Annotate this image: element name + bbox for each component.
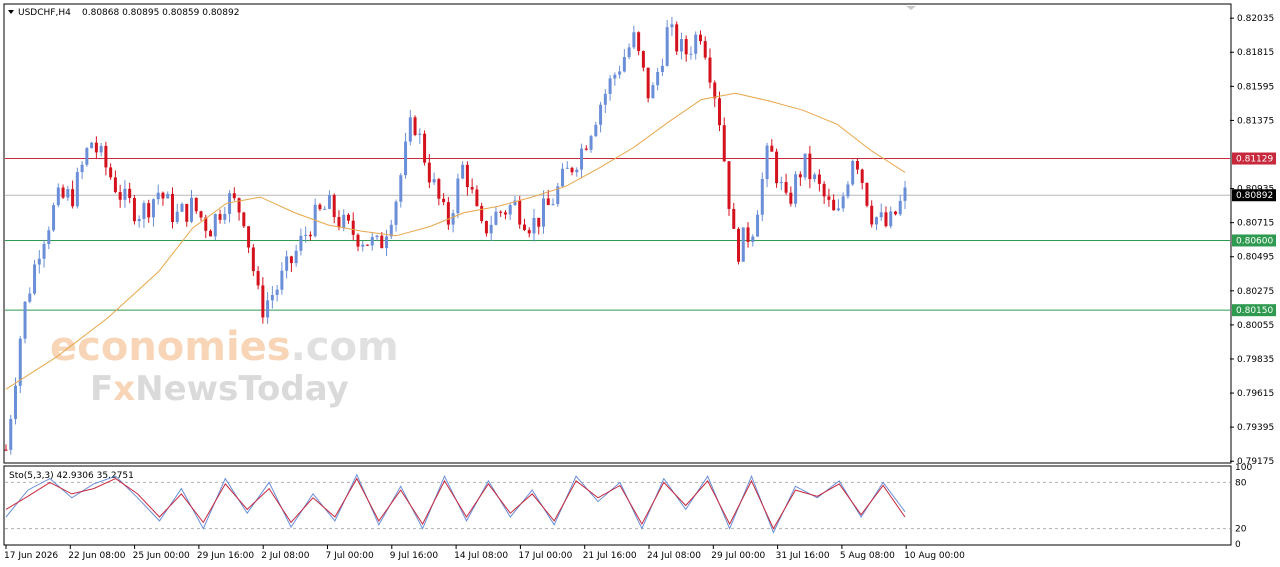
symbol-label: USDCHF,H4	[18, 8, 71, 18]
x-tick-label: 29 Jul 00:00	[711, 551, 765, 561]
ohlc-label: 0.80868 0.80895 0.80859 0.80892	[82, 8, 239, 18]
x-tick-label: 7 Jul 00:00	[326, 551, 375, 561]
y-tick-label: 0.79395	[1237, 423, 1274, 433]
candle-bull	[556, 182, 560, 207]
candle-bull	[741, 227, 745, 262]
x-tick-label: 22 Jun 08:00	[68, 551, 125, 561]
x-tick-label: 17 Jun 2026	[4, 551, 58, 561]
candle-bull	[9, 414, 13, 455]
candle-bear	[423, 130, 427, 166]
watermark: economies.com FxNewsToday	[50, 324, 399, 409]
level-tag-label: 0.80600	[1236, 236, 1273, 246]
stoch-level-label: 80	[1235, 478, 1247, 488]
y-tick-label: 0.80055	[1237, 321, 1274, 331]
stoch-level-label: 100	[1235, 463, 1252, 473]
x-tick-label: 10 Aug 00:00	[904, 551, 965, 561]
candle-bull	[456, 173, 460, 219]
candle-bear	[727, 161, 731, 216]
y-tick-label: 0.79835	[1237, 355, 1274, 365]
y-tick-label: 0.79615	[1237, 389, 1274, 399]
chart-header: USDCHF,H4 0.80868 0.80895 0.80859 0.8089…	[8, 8, 239, 18]
x-tick-label: 5 Aug 08:00	[840, 551, 895, 561]
y-tick-label: 0.80495	[1237, 253, 1274, 263]
candle-bull	[52, 202, 56, 232]
level-tag-label: 0.80892	[1236, 191, 1273, 201]
x-tick-label: 14 Jul 08:00	[454, 551, 508, 561]
x-tick-label: 25 Jun 00:00	[133, 551, 190, 561]
level-tag-label: 0.81129	[1236, 155, 1273, 165]
y-tick-label: 0.82035	[1237, 14, 1274, 24]
candle-bear	[132, 194, 136, 225]
candle-bear	[865, 182, 869, 208]
x-tick-label: 2 Jul 08:00	[261, 551, 310, 561]
candle-bull	[23, 301, 27, 344]
x-tick-label: 17 Jul 00:00	[518, 551, 572, 561]
y-tick-label: 0.80715	[1237, 219, 1274, 229]
level-tag-label: 0.80150	[1236, 306, 1273, 316]
candle-bull	[760, 172, 764, 222]
x-tick-label: 9 Jul 16:00	[390, 551, 439, 561]
x-tick-label: 24 Jul 08:00	[647, 551, 701, 561]
candle-bear	[413, 115, 417, 137]
candle-bear	[737, 227, 741, 265]
candle-bear	[646, 67, 650, 103]
stoch-level-label: 20	[1235, 525, 1247, 535]
candle-bull	[803, 153, 807, 181]
indicator-panel	[3, 465, 1232, 546]
x-tick-label: 29 Jun 16:00	[197, 551, 254, 561]
y-tick-label: 0.81595	[1237, 82, 1274, 92]
candle-bull	[851, 159, 855, 186]
chart-canvas: economies.com FxNewsToday USDCHF,H4 0.80…	[3, 3, 1276, 561]
x-tick-label: 21 Jul 16:00	[583, 551, 637, 561]
watermark-fxnewstoday: FxNewsToday	[90, 369, 349, 409]
stoch-level-label: 0	[1235, 540, 1241, 550]
y-tick-label: 0.81375	[1237, 116, 1274, 126]
candle-bull	[33, 259, 37, 296]
candle-bull	[18, 336, 22, 394]
y-tick-label: 0.80275	[1237, 287, 1274, 297]
y-tick-label: 0.81815	[1237, 48, 1274, 58]
candle-bull	[794, 171, 798, 208]
candle-bear	[775, 148, 779, 188]
candle-bull	[85, 146, 89, 167]
candle-bear	[675, 21, 679, 56]
x-tick-label: 31 Jul 16:00	[776, 551, 830, 561]
candle-bear	[242, 211, 246, 229]
candle-bull	[75, 167, 79, 209]
candle-bull	[90, 141, 94, 149]
watermark-economies: economies.com	[50, 324, 399, 370]
candle-bull	[213, 213, 217, 241]
